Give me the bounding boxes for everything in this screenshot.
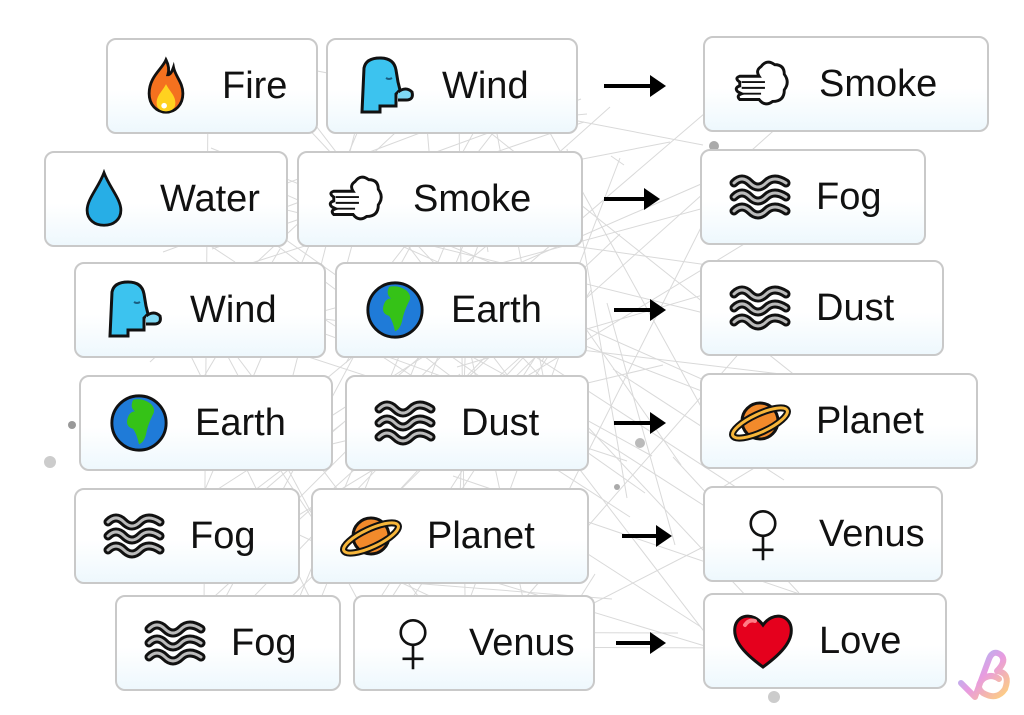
fog-icon <box>373 391 437 455</box>
element-label: Wind <box>190 288 277 331</box>
earth-globe-icon <box>363 278 427 342</box>
ingredient-card-water[interactable]: Water <box>44 151 288 247</box>
venus-symbol-icon <box>731 502 795 566</box>
fire-icon <box>134 54 198 118</box>
arrow-icon <box>614 299 666 321</box>
arrow-icon <box>604 75 666 97</box>
element-label: Water <box>160 177 260 220</box>
brand-logo-icon <box>958 649 1010 700</box>
element-label: Fog <box>816 175 882 218</box>
ingredient-card-fog[interactable]: Fog <box>74 488 300 584</box>
node-dot <box>44 456 56 468</box>
earth-globe-icon <box>107 391 171 455</box>
element-label: Venus <box>819 512 925 555</box>
water-drop-icon <box>72 167 136 231</box>
fog-icon <box>102 504 166 568</box>
node-dot <box>68 421 76 429</box>
fog-icon <box>728 276 792 340</box>
result-card-planet[interactable]: Planet <box>700 373 978 469</box>
ringed-planet-icon <box>728 389 792 453</box>
element-label: Planet <box>816 399 924 442</box>
wind-face-icon <box>354 54 418 118</box>
ringed-planet-icon <box>339 504 403 568</box>
element-label: Smoke <box>413 177 532 220</box>
ingredient-card-smoke[interactable]: Smoke <box>297 151 583 247</box>
ingredient-card-planet[interactable]: Planet <box>311 488 589 584</box>
arrow-icon <box>622 525 672 547</box>
venus-symbol-icon <box>381 611 445 675</box>
ingredient-card-wind[interactable]: Wind <box>326 38 578 134</box>
element-label: Venus <box>469 621 575 664</box>
node-dot <box>768 691 780 703</box>
node-dot <box>635 438 645 448</box>
element-label: Fog <box>231 621 297 664</box>
red-heart-icon <box>731 609 795 673</box>
element-label: Love <box>819 619 902 662</box>
element-label: Earth <box>195 401 286 444</box>
arrow-icon <box>604 188 660 210</box>
element-label: Dust <box>816 286 895 329</box>
result-card-love[interactable]: Love <box>703 593 947 689</box>
element-label: Smoke <box>819 62 938 105</box>
result-card-smoke[interactable]: Smoke <box>703 36 989 132</box>
element-label: Fog <box>190 514 256 557</box>
element-label: Dust <box>461 401 540 444</box>
smoke-icon <box>325 167 389 231</box>
element-label: Earth <box>451 288 542 331</box>
smoke-icon <box>731 52 795 116</box>
ingredient-card-venus[interactable]: Venus <box>353 595 595 691</box>
fog-icon <box>143 611 207 675</box>
ingredient-card-fog[interactable]: Fog <box>115 595 341 691</box>
element-label: Wind <box>442 64 529 107</box>
ingredient-card-fire[interactable]: Fire <box>106 38 318 134</box>
ingredient-card-earth[interactable]: Earth <box>335 262 587 358</box>
element-label: Planet <box>427 514 535 557</box>
arrow-icon <box>616 632 666 654</box>
element-label: Fire <box>222 64 288 107</box>
fog-icon <box>728 165 792 229</box>
result-card-dust[interactable]: Dust <box>700 260 944 356</box>
ingredient-card-wind[interactable]: Wind <box>74 262 326 358</box>
arrow-icon <box>614 412 666 434</box>
ingredient-card-earth[interactable]: Earth <box>79 375 333 471</box>
result-card-venus[interactable]: Venus <box>703 486 943 582</box>
node-dot <box>614 484 620 490</box>
wind-face-icon <box>102 278 166 342</box>
ingredient-card-dust[interactable]: Dust <box>345 375 589 471</box>
result-card-fog[interactable]: Fog <box>700 149 926 245</box>
